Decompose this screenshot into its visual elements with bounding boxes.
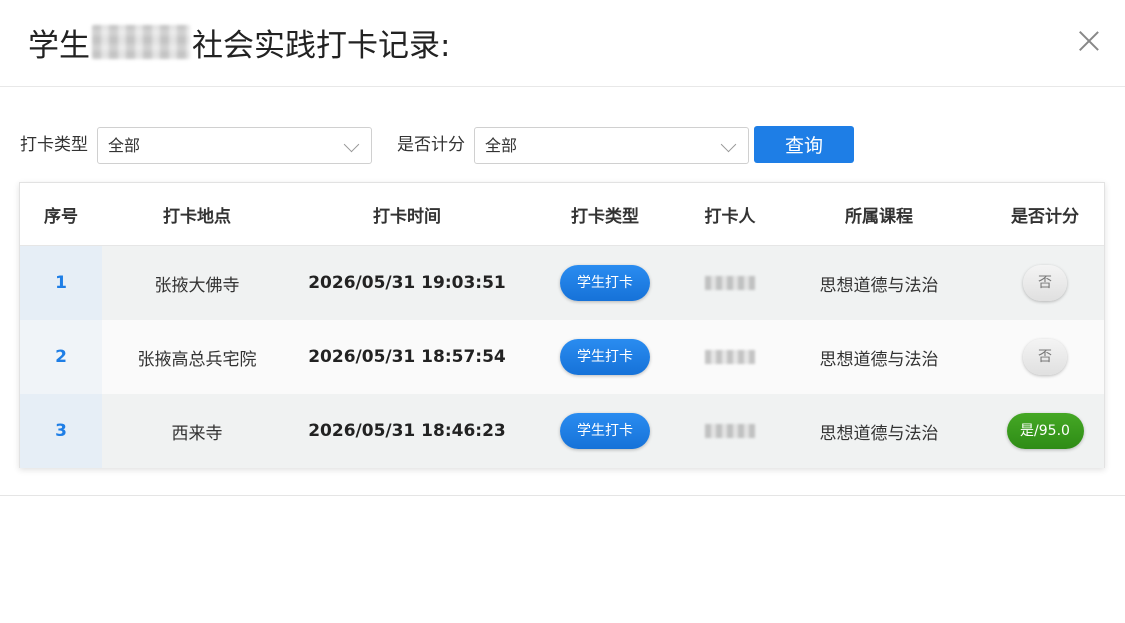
row-location: 张掖高总兵宅院 <box>137 349 257 370</box>
scored-tag: 否 <box>1023 339 1067 375</box>
row-time: 2026/05/31 19:03:51 <box>308 273 506 293</box>
filter-bar: 打卡类型 全部 是否计分 全部 查询 <box>20 126 860 164</box>
title-prefix: 学生 <box>28 27 90 64</box>
checkin-type-tag: 学生打卡 <box>560 413 650 449</box>
row-location: 西来寺 <box>171 423 223 444</box>
header-scored: 是否计分 <box>1011 206 1079 227</box>
table-row: 1 张掖大佛寺 2026/05/31 19:03:51 学生打卡 思想道德与法治… <box>20 246 1104 320</box>
header-location: 打卡地点 <box>163 206 231 227</box>
row-course: 思想道德与法治 <box>819 349 939 370</box>
chevron-down-icon <box>720 136 737 153</box>
scored-label: 是否计分 <box>397 135 465 155</box>
row-course: 思想道德与法治 <box>819 423 939 444</box>
redacted-person <box>705 350 755 364</box>
header-type: 打卡类型 <box>571 206 639 227</box>
scored-value: 全部 <box>485 136 518 155</box>
table-header: 序号 打卡地点 打卡时间 打卡类型 打卡人 所属课程 是否计分 <box>20 183 1104 246</box>
header-seq: 序号 <box>44 206 78 227</box>
dialog-header: 学生 社会实践打卡记录: <box>0 0 1125 87</box>
checkin-type-tag: 学生打卡 <box>560 265 650 301</box>
footer-divider <box>0 495 1125 496</box>
redacted-student-name <box>92 25 190 59</box>
table-row: 2 张掖高总兵宅院 2026/05/31 18:57:54 学生打卡 思想道德与… <box>20 320 1104 394</box>
row-course: 思想道德与法治 <box>819 275 939 296</box>
row-time: 2026/05/31 18:46:23 <box>308 421 506 441</box>
checkin-type-label: 打卡类型 <box>20 135 88 155</box>
checkin-type-value: 全部 <box>108 136 141 155</box>
header-time: 打卡时间 <box>373 206 441 227</box>
checkin-type-tag: 学生打卡 <box>560 339 650 375</box>
table-row: 3 西来寺 2026/05/31 18:46:23 学生打卡 思想道德与法治 是… <box>20 394 1104 468</box>
row-location: 张掖大佛寺 <box>154 275 240 296</box>
redacted-person <box>705 424 755 438</box>
row-seq: 2 <box>55 347 67 367</box>
scored-tag: 是/95.0 <box>1006 413 1084 449</box>
row-time: 2026/05/31 18:57:54 <box>308 347 506 367</box>
checkin-type-select[interactable]: 全部 <box>97 127 372 164</box>
dialog-title: 学生 社会实践打卡记录: <box>28 20 450 64</box>
chevron-down-icon <box>343 136 360 153</box>
row-seq: 1 <box>55 273 67 293</box>
scored-select[interactable]: 全部 <box>474 127 749 164</box>
title-suffix: 社会实践打卡记录: <box>192 27 451 64</box>
header-person: 打卡人 <box>704 206 756 227</box>
row-seq: 3 <box>55 421 67 441</box>
close-icon[interactable] <box>1076 28 1102 54</box>
redacted-person <box>705 276 755 290</box>
scored-tag: 否 <box>1023 265 1067 301</box>
records-table: 序号 打卡地点 打卡时间 打卡类型 打卡人 所属课程 是否计分 1 张掖大佛寺 … <box>19 182 1105 468</box>
checkin-records-dialog: 学生 社会实践打卡记录: 打卡类型 全部 是否计分 全部 查询 序号 打卡地点 … <box>0 0 1125 623</box>
query-button[interactable]: 查询 <box>754 126 854 163</box>
header-course: 所属课程 <box>845 206 913 227</box>
